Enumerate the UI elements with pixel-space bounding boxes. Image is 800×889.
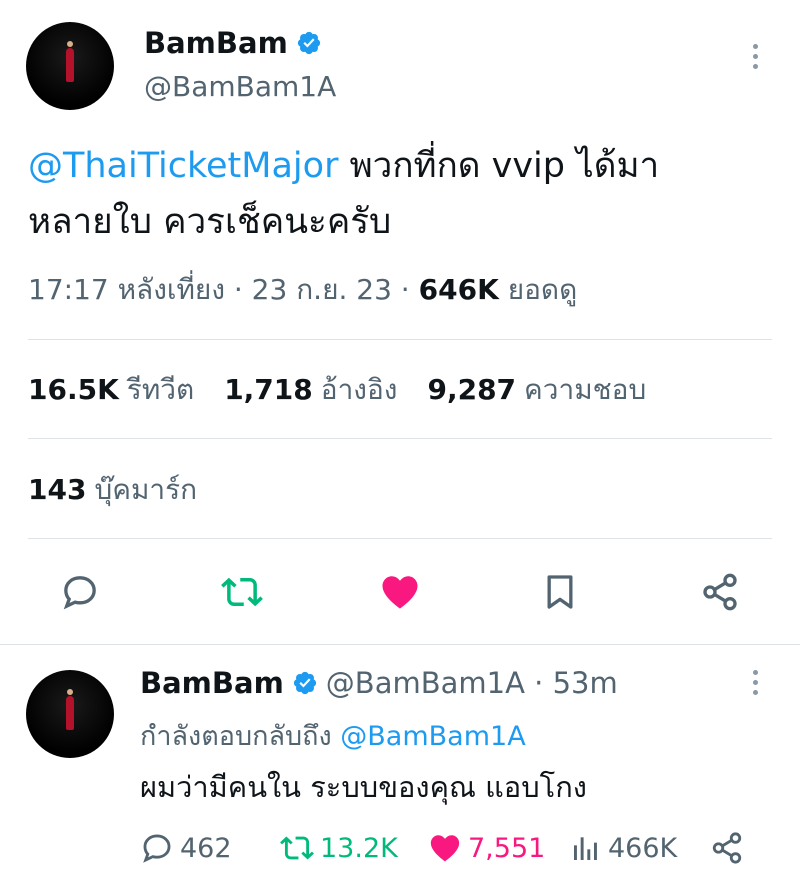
avatar-figure-body	[66, 48, 74, 83]
reply-author-name[interactable]: BamBam	[140, 666, 284, 700]
reply-button[interactable]	[56, 568, 104, 616]
reply-retweet-count: 13.2K	[320, 832, 398, 864]
divider	[28, 438, 772, 439]
bookmarks-stat[interactable]: 143 บุ๊คมาร์ก	[28, 468, 197, 512]
author-name-text[interactable]: BamBam	[144, 26, 288, 60]
bookmarks-label: บุ๊คมาร์ก	[94, 473, 198, 506]
views-chart-icon	[574, 837, 597, 860]
avatar-figure-head	[67, 689, 73, 696]
divider	[28, 339, 772, 340]
reply-header: BamBam @BamBam1A · 53m	[140, 666, 618, 700]
section-divider	[0, 644, 800, 645]
reply-action-bar: 462 13.2K 7,551 466K	[140, 828, 760, 868]
reply-like-count: 7,551	[468, 832, 546, 864]
tweet-text: @ThaiTicketMajor พวกที่กด vvip ได้มา หลา…	[28, 138, 768, 250]
reply-views-button[interactable]: 466K	[570, 828, 677, 868]
author-handle[interactable]: @BamBam1A	[144, 70, 336, 103]
replying-to: กำลังตอบกลับถึง @BamBam1A	[140, 714, 526, 757]
retweet-icon	[280, 836, 314, 860]
heart-icon	[382, 576, 418, 609]
reply-reply-button[interactable]: 462	[140, 828, 232, 868]
engagement-stats: 16.5K รีทวีต 1,718 อ้างอิง 9,287 ความชอบ	[28, 368, 646, 412]
tweet-meta: 17:17 หลังเที่ยง · 23 ก.ย. 23 · 646K ยอด…	[28, 268, 577, 312]
share-button[interactable]	[696, 568, 744, 616]
reply-author-handle[interactable]: @BamBam1A · 53m	[326, 666, 618, 700]
reply-reply-count: 462	[180, 832, 232, 864]
avatar-figure-head	[67, 41, 73, 48]
likes-label: ความชอบ	[524, 373, 647, 406]
retweets-count: 16.5K	[28, 373, 119, 406]
share-icon	[712, 832, 742, 864]
tweet-text-line2: หลายใบ ควรเช็คนะครับ	[28, 202, 392, 242]
views-label: ยอดดู	[507, 273, 578, 306]
retweets-label: รีทวีต	[126, 373, 195, 406]
retweet-icon	[221, 577, 263, 607]
divider	[28, 538, 772, 539]
more-options-icon[interactable]	[750, 44, 760, 69]
reply-text: ผมว่ามีคนใน ระบบของคุณ แอบโกง	[140, 770, 587, 804]
author-name[interactable]: BamBam	[144, 26, 322, 60]
reply-view-count: 466K	[608, 832, 678, 864]
reply-icon	[63, 576, 96, 610]
bookmark-button[interactable]	[536, 568, 584, 616]
reply-share-button[interactable]	[710, 828, 744, 868]
verified-badge-icon	[293, 671, 316, 695]
like-button[interactable]	[376, 568, 424, 616]
bookmarks-count: 143	[28, 473, 87, 506]
retweets-stat[interactable]: 16.5K รีทวีต	[28, 368, 194, 412]
reply-icon	[143, 834, 171, 863]
tweet-text-line1: พวกที่กด vvip ได้มา	[338, 146, 660, 186]
tweet-mention-link[interactable]: @ThaiTicketMajor	[28, 146, 338, 186]
verified-badge-icon	[297, 31, 320, 55]
avatar-figure-body	[66, 696, 74, 731]
replying-to-mention[interactable]: @BamBam1A	[340, 721, 525, 752]
share-icon	[703, 573, 737, 611]
bookmark-icon	[547, 575, 573, 609]
reply-more-options-icon[interactable]	[750, 670, 760, 695]
reply-like-button[interactable]: 7,551	[428, 828, 545, 868]
author-avatar[interactable]	[26, 22, 114, 110]
replying-prefix: กำลังตอบกลับถึง	[140, 721, 341, 752]
tweet-timestamp[interactable]: 17:17 หลังเที่ยง · 23 ก.ย. 23 ·	[28, 273, 410, 306]
views-count: 646K	[418, 273, 499, 306]
quotes-label: อ้างอิง	[320, 373, 398, 406]
likes-count: 9,287	[427, 373, 517, 406]
reply-retweet-button[interactable]: 13.2K	[280, 828, 398, 868]
reply-author-avatar[interactable]	[26, 670, 114, 758]
heart-icon	[430, 835, 460, 862]
quotes-stat[interactable]: 1,718 อ้างอิง	[224, 368, 397, 412]
likes-stat[interactable]: 9,287 ความชอบ	[427, 368, 646, 412]
quotes-count: 1,718	[224, 373, 313, 406]
tweet-action-bar	[0, 568, 800, 616]
retweet-button[interactable]	[218, 568, 266, 616]
